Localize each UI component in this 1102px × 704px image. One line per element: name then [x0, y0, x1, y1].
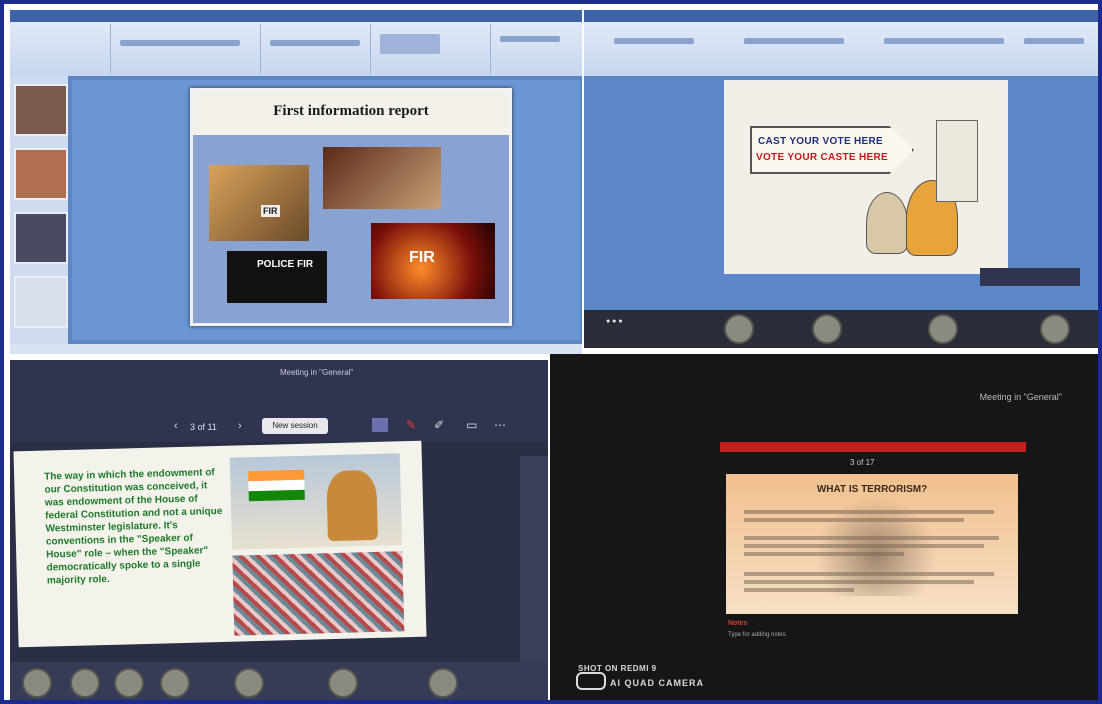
vote-line-2: VOTE YOUR CASTE HERE: [756, 152, 888, 163]
font-group[interactable]: [110, 24, 261, 74]
slide-thumbnail[interactable]: [14, 84, 68, 136]
participant-avatar[interactable]: [234, 668, 264, 698]
camera-logo-icon: [576, 672, 606, 690]
slide-thumbnail[interactable]: [14, 212, 68, 264]
clipboard-group[interactable]: [50, 24, 111, 74]
ppt-window-fir: First information report FIR POLICE FIR …: [10, 10, 582, 354]
participant-avatar[interactable]: [928, 314, 958, 344]
ppt-titlebar: [584, 10, 1098, 22]
fir-fire-image: FIR: [371, 223, 495, 299]
slide-cartoon: CAST YOUR VOTE HERE VOTE YOUR CASTE HERE: [724, 80, 1008, 274]
teams-window-terrorism: Meeting in "General" 3 of 17 WHAT IS TER…: [550, 354, 1098, 700]
vote-line-1: CAST YOUR VOTE HERE: [758, 136, 883, 147]
meeting-title: Meeting in "General": [280, 368, 354, 377]
participant-avatar[interactable]: [428, 668, 458, 698]
slide-title: WHAT IS TERRORISM?: [816, 484, 928, 495]
participants-bar: ● ● ●: [584, 310, 1098, 348]
slide-text: The way in which the endowment of our Co…: [44, 467, 223, 587]
parliament-chamber-image: [232, 551, 405, 636]
signboard: [750, 126, 914, 174]
participant-avatar[interactable]: [1040, 314, 1070, 344]
cartoon-building: [936, 120, 978, 202]
ppt-titlebar: [10, 10, 582, 22]
participants-panel: [520, 456, 548, 696]
participant-avatar[interactable]: [22, 668, 52, 698]
slide-title: First information report: [273, 103, 429, 119]
slide-pager: 3 of 11: [190, 422, 217, 432]
new-session-button[interactable]: New session: [262, 418, 328, 434]
more-icon[interactable]: ⋯: [494, 418, 506, 432]
police-fir-image: POLICE FIR: [227, 251, 327, 303]
highlighter-icon[interactable]: ✐: [434, 418, 444, 432]
cartoon-figure: [866, 192, 908, 254]
slide-thumbnail[interactable]: [14, 276, 68, 328]
fir-handcuffs-image: FIR: [209, 165, 309, 241]
slide-parliament: The way in which the endowment of our Co…: [13, 440, 427, 648]
slide-thumbnails[interactable]: [10, 76, 68, 344]
meeting-title: Meeting in "General": [979, 392, 1062, 402]
participant-avatar[interactable]: [160, 668, 190, 698]
ppt-window-cartoon: CAST YOUR VOTE HERE VOTE YOUR CASTE HERE…: [584, 10, 1098, 348]
slide-pager: 3 of 17: [850, 458, 875, 467]
flag-emblem-image: [229, 453, 403, 550]
participant-avatar[interactable]: [812, 314, 842, 344]
gavel-image: [323, 147, 441, 209]
eraser-icon[interactable]: ▭: [466, 418, 477, 432]
participant-avatar[interactable]: [114, 668, 144, 698]
slide-thumbnail[interactable]: [14, 148, 68, 200]
notes-label: Notes: [728, 620, 748, 627]
pen-icon[interactable]: ✎: [406, 418, 416, 432]
ppt-statusbar: [10, 344, 582, 354]
slide-terrorism: WHAT IS TERRORISM?: [726, 474, 1018, 614]
participant-avatar[interactable]: [724, 314, 754, 344]
collage-frame: First information report FIR POLICE FIR …: [0, 0, 1102, 704]
teams-window-parliament: Meeting in "General" ‹ 3 of 11 › New ses…: [10, 360, 548, 700]
notes-hint[interactable]: Type for adding notes: [728, 632, 786, 638]
slide-fir: First information report FIR POLICE FIR …: [190, 88, 512, 326]
camera-watermark-line-2: AI QUAD CAMERA: [610, 678, 704, 688]
prev-slide-icon[interactable]: ‹: [174, 420, 178, 432]
participants-bar: [10, 662, 548, 700]
participant-avatar[interactable]: [328, 668, 358, 698]
ppt-ribbon[interactable]: [584, 10, 1098, 76]
participant-avatar[interactable]: [70, 668, 100, 698]
pointer-icon[interactable]: [372, 418, 388, 432]
teams-toolbar: Meeting in "General" ‹ 3 of 11 › New ses…: [10, 360, 548, 442]
next-slide-icon[interactable]: ›: [238, 420, 242, 432]
paragraph-group[interactable]: [260, 24, 371, 74]
ppt-ribbon[interactable]: [10, 10, 582, 76]
presenter-bar[interactable]: [720, 442, 1026, 452]
